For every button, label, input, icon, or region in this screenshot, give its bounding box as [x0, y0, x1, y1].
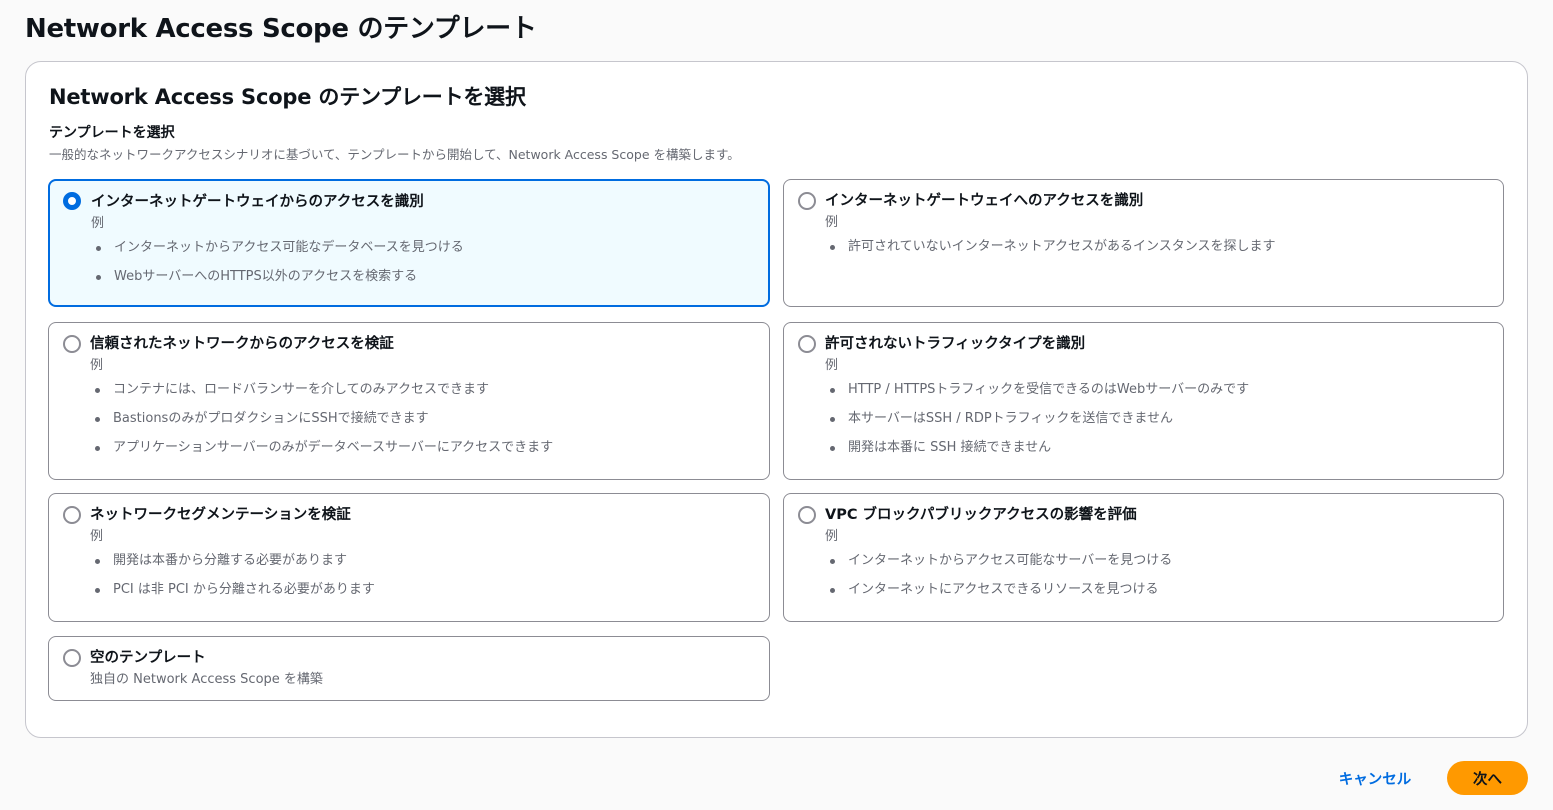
cancel-button[interactable]: キャンセル — [1320, 762, 1430, 794]
example-item: PCI は非 PCI から分離される必要があります — [90, 581, 375, 610]
tile-subtitle: 例 — [90, 358, 104, 373]
radio-button[interactable] — [798, 506, 816, 524]
tile-title: インターネットゲートウェイからのアクセスを識別 — [91, 194, 424, 210]
example-list: インターネットからアクセス可能なデータベースを見つける WebサーバーへのHTT… — [91, 239, 464, 297]
template-tile-vpc-block-public-access[interactable]: VPC ブロックパブリックアクセスの影響を評価 例 インターネットからアクセス可… — [783, 493, 1504, 622]
example-list: HTTP / HTTPSトラフィックを受信できるのはWebサーバーのみです 本サ… — [825, 381, 1249, 468]
template-tile-disallowed-traffic[interactable]: 許可されないトラフィックタイプを識別 例 HTTP / HTTPSトラフィックを… — [783, 322, 1504, 480]
next-button[interactable]: 次へ — [1447, 761, 1528, 795]
tile-subtitle: 独自の Network Access Scope を構築 — [90, 672, 323, 687]
radio-button[interactable] — [63, 192, 81, 210]
example-item: BastionsのみがプロダクションにSSHで接続できます — [90, 410, 553, 439]
example-item: 許可されていないインターネットアクセスがあるインスタンスを探します — [825, 238, 1275, 267]
tile-title: インターネットゲートウェイへのアクセスを識別 — [825, 193, 1144, 209]
tile-title: 信頼されたネットワークからのアクセスを検証 — [90, 336, 394, 352]
radio-button[interactable] — [63, 335, 81, 353]
field-description: 一般的なネットワークアクセスシナリオに基づいて、テンプレートから開始して、Net… — [49, 147, 740, 162]
example-item: 開発は本番から分離する必要があります — [90, 552, 375, 581]
panel-title: Network Access Scope のテンプレートを選択 — [49, 85, 526, 109]
tile-subtitle: 例 — [90, 529, 104, 544]
tile-title: VPC ブロックパブリックアクセスの影響を評価 — [825, 507, 1137, 523]
tile-title: 空のテンプレート — [90, 650, 206, 666]
example-item: 本サーバーはSSH / RDPトラフィックを送信できません — [825, 410, 1249, 439]
template-tile-internet-gateway-outbound[interactable]: インターネットゲートウェイへのアクセスを識別 例 許可されていないインターネット… — [783, 179, 1504, 307]
example-item: WebサーバーへのHTTPS以外のアクセスを検索する — [91, 268, 464, 297]
example-item: インターネットにアクセスできるリソースを見つける — [825, 581, 1172, 610]
example-list: インターネットからアクセス可能なサーバーを見つける インターネットにアクセスでき… — [825, 552, 1172, 610]
template-tile-network-segmentation[interactable]: ネットワークセグメンテーションを検証 例 開発は本番から分離する必要があります … — [48, 493, 770, 622]
radio-button[interactable] — [63, 506, 81, 524]
tile-subtitle: 例 — [825, 529, 839, 544]
tile-subtitle: 例 — [91, 216, 105, 231]
radio-button[interactable] — [798, 192, 816, 210]
example-list: 許可されていないインターネットアクセスがあるインスタンスを探します — [825, 238, 1275, 267]
example-list: コンテナには、ロードバランサーを介してのみアクセスできます Bastionsのみ… — [90, 381, 553, 468]
tile-title: ネットワークセグメンテーションを検証 — [90, 507, 351, 523]
template-tile-internet-gateway-inbound[interactable]: インターネットゲートウェイからのアクセスを識別 例 インターネットからアクセス可… — [48, 179, 770, 307]
template-tile-empty[interactable]: 空のテンプレート 独自の Network Access Scope を構築 — [48, 636, 770, 701]
example-item: コンテナには、ロードバランサーを介してのみアクセスできます — [90, 381, 553, 410]
example-list: 開発は本番から分離する必要があります PCI は非 PCI から分離される必要が… — [90, 552, 375, 610]
tile-subtitle: 例 — [825, 358, 839, 373]
template-tile-trusted-network[interactable]: 信頼されたネットワークからのアクセスを検証 例 コンテナには、ロードバランサーを… — [48, 322, 770, 480]
example-item: アプリケーションサーバーのみがデータベースサーバーにアクセスできます — [90, 439, 553, 468]
field-label: テンプレートを選択 — [49, 125, 175, 141]
example-item: 開発は本番に SSH 接続できません — [825, 439, 1249, 468]
radio-button[interactable] — [798, 335, 816, 353]
tile-subtitle: 例 — [825, 215, 839, 230]
example-item: インターネットからアクセス可能なサーバーを見つける — [825, 552, 1172, 581]
example-item: インターネットからアクセス可能なデータベースを見つける — [91, 239, 464, 268]
radio-button[interactable] — [63, 649, 81, 667]
tile-title: 許可されないトラフィックタイプを識別 — [825, 336, 1086, 352]
page-title: Network Access Scope のテンプレート — [25, 14, 537, 44]
example-item: HTTP / HTTPSトラフィックを受信できるのはWebサーバーのみです — [825, 381, 1249, 410]
